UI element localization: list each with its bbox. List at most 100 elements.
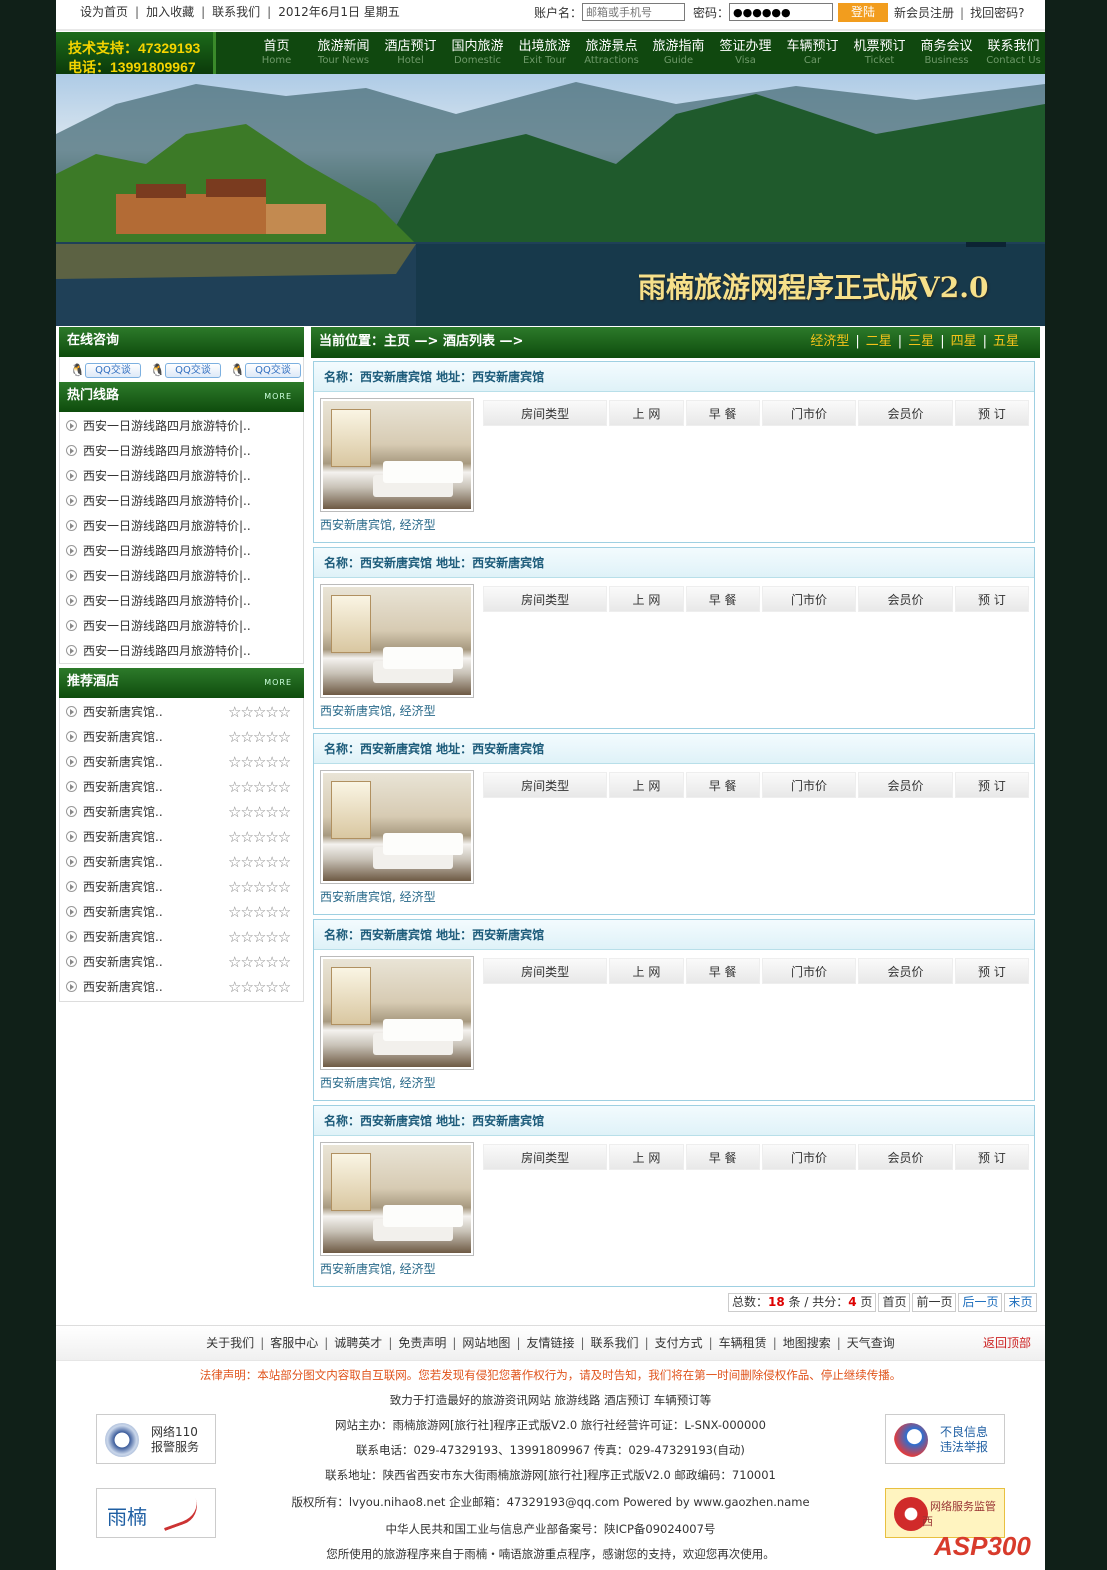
route-list-item[interactable]: 西安一日游线路四月旅游特价|.. <box>66 539 296 564</box>
hotel-card-title[interactable]: 名称：西安新唐宾馆 地址：西安新唐宾馆 <box>314 548 1034 578</box>
hotel-card-title[interactable]: 名称：西安新唐宾馆 地址：西安新唐宾馆 <box>314 734 1034 764</box>
hotel-room-photo[interactable] <box>320 956 474 1070</box>
hotel-card-title[interactable]: 名称：西安新唐宾馆 地址：西安新唐宾馆 <box>314 1106 1034 1136</box>
hotel-card-caption[interactable]: 西安新唐宾馆, 经济型 <box>320 702 436 719</box>
hotel-card-caption[interactable]: 西安新唐宾馆, 经济型 <box>320 1260 436 1277</box>
footer-link[interactable]: 客服中心 <box>270 1336 318 1350</box>
nav-item[interactable]: 商务会议 Business <box>913 32 980 74</box>
nav-item[interactable]: 旅游新闻 Tour News <box>310 32 377 74</box>
hotel-list-item[interactable]: 西安新唐宾馆.. ☆☆☆☆☆ <box>66 925 296 950</box>
account-input[interactable] <box>582 3 686 21</box>
route-list-item[interactable]: 西安一日游线路四月旅游特价|.. <box>66 439 296 464</box>
star-filter-link[interactable]: 四星 <box>951 334 977 349</box>
hotel-room-photo[interactable] <box>320 770 474 884</box>
route-list-item[interactable]: 西安一日游线路四月旅游特价|.. <box>66 414 296 439</box>
nav-item[interactable]: 国内旅游 Domestic <box>444 32 511 74</box>
hotel-card-caption[interactable]: 西安新唐宾馆, 经济型 <box>320 888 436 905</box>
footer-link[interactable]: 网站地图 <box>462 1336 510 1350</box>
nav-item[interactable]: 出境旅游 Exit Tour <box>511 32 578 74</box>
footer-link[interactable]: 地图搜索 <box>783 1336 831 1350</box>
nav-item-sublabel: Home <box>261 55 292 66</box>
pagination-summary: 总数：18 条 / 共分：4 页 <box>728 1293 877 1312</box>
last-page-button[interactable]: 末页 <box>1004 1293 1037 1312</box>
hotel-list-item[interactable]: 西安新唐宾馆.. ☆☆☆☆☆ <box>66 700 296 725</box>
nav-item[interactable]: 联系我们 Contact Us <box>980 32 1045 74</box>
nav-item[interactable]: 旅游景点 Attractions <box>578 32 645 74</box>
separator: | <box>580 1336 585 1350</box>
star-filter-link[interactable]: 经济型 <box>810 334 849 349</box>
star-rating-icon: ☆☆☆☆☆ <box>228 778 291 796</box>
login-button[interactable]: 登陆 <box>838 3 889 22</box>
qq-chat-button[interactable]: 🐧 QQ交谈 <box>70 359 141 381</box>
qq-chat-button[interactable]: 🐧 QQ交谈 <box>150 359 221 381</box>
hotel-list-item[interactable]: 西安新唐宾馆.. ☆☆☆☆☆ <box>66 750 296 775</box>
yunan-logo-badge[interactable]: 雨楠 <box>96 1488 216 1538</box>
hotel-room-photo[interactable] <box>320 584 474 698</box>
password-input[interactable] <box>729 3 834 21</box>
contact-link[interactable]: 联系我们 <box>212 5 260 19</box>
hotel-list-item[interactable]: 西安新唐宾馆.. ☆☆☆☆☆ <box>66 725 296 750</box>
footer-link[interactable]: 诚聘英才 <box>334 1336 382 1350</box>
police-shield-icon <box>105 1423 139 1457</box>
register-link[interactable]: 新会员注册 <box>894 6 954 20</box>
back-to-top-link[interactable]: 返回顶部 <box>983 1326 1031 1360</box>
first-page-button[interactable]: 首页 <box>878 1293 911 1312</box>
hotel-list-item[interactable]: 西安新唐宾馆.. ☆☆☆☆☆ <box>66 800 296 825</box>
route-list-item[interactable]: 西安一日游线路四月旅游特价|.. <box>66 464 296 489</box>
hotels-more-link[interactable]: MORE <box>264 669 292 697</box>
routes-more-link[interactable]: MORE <box>264 383 292 411</box>
prev-page-button[interactable]: 前一页 <box>912 1293 957 1312</box>
hotel-card-title[interactable]: 名称：西安新唐宾馆 地址：西安新唐宾馆 <box>314 920 1034 950</box>
footer-link[interactable]: 关于我们 <box>206 1336 254 1350</box>
separator: | <box>267 5 272 19</box>
hotel-list-item[interactable]: 西安新唐宾馆.. ☆☆☆☆☆ <box>66 900 296 925</box>
route-list-item[interactable]: 西安一日游线路四月旅游特价|.. <box>66 514 296 539</box>
qq-chat-button[interactable]: 🐧 QQ交谈 <box>230 359 301 381</box>
badge-text: 西 <box>922 1515 933 1528</box>
forgot-password-link[interactable]: 找回密码? <box>970 6 1024 20</box>
nav-item[interactable]: 首页 Home <box>243 32 310 74</box>
route-list-item[interactable]: 西安一日游线路四月旅游特价|.. <box>66 639 296 664</box>
room-table-header: 预 订 <box>954 772 1029 798</box>
footer-link[interactable]: 友情链接 <box>526 1336 574 1350</box>
star-filter-link[interactable]: 三星 <box>908 334 934 349</box>
next-page-button[interactable]: 后一页 <box>958 1293 1003 1312</box>
star-filter-link[interactable]: 五星 <box>993 334 1019 349</box>
hotel-list-item[interactable]: 西安新唐宾馆.. ☆☆☆☆☆ <box>66 875 296 900</box>
hotel-list-item[interactable]: 西安新唐宾馆.. ☆☆☆☆☆ <box>66 825 296 850</box>
nav-item[interactable]: 签证办理 Visa <box>712 32 779 74</box>
route-list-item[interactable]: 西安一日游线路四月旅游特价|.. <box>66 564 296 589</box>
route-list-item[interactable]: 西安一日游线路四月旅游特价|.. <box>66 589 296 614</box>
footer-link[interactable]: 支付方式 <box>655 1336 703 1350</box>
report-badge[interactable]: 不良信息 违法举报 <box>885 1414 1005 1464</box>
nav-item[interactable]: 机票预订 Ticket <box>846 32 913 74</box>
route-list-item[interactable]: 西安一日游线路四月旅游特价|.. <box>66 489 296 514</box>
room-table-header: 门市价 <box>761 586 857 612</box>
total-label: 总数： <box>732 1295 769 1309</box>
nav-item[interactable]: 车辆预订 Car <box>779 32 846 74</box>
hotel-room-photo[interactable] <box>320 398 474 512</box>
hotel-room-photo[interactable] <box>320 1142 474 1256</box>
banner-title: 雨楠旅游网程序正式版V2.0 <box>638 271 989 304</box>
footer-link[interactable]: 车辆租赁 <box>719 1336 767 1350</box>
hotel-list-item[interactable]: 西安新唐宾馆.. ☆☆☆☆☆ <box>66 775 296 800</box>
hotel-list-item[interactable]: 西安新唐宾馆.. ☆☆☆☆☆ <box>66 950 296 975</box>
add-favorite-link[interactable]: 加入收藏 <box>146 5 194 19</box>
hotel-card-caption[interactable]: 西安新唐宾馆, 经济型 <box>320 1074 436 1091</box>
nav-item[interactable]: 酒店预订 Hotel <box>377 32 444 74</box>
hotel-list-item[interactable]: 西安新唐宾馆.. ☆☆☆☆☆ <box>66 975 296 1000</box>
footer-link[interactable]: 天气查询 <box>847 1336 895 1350</box>
nav-item[interactable]: 旅游指南 Guide <box>645 32 712 74</box>
qq-penguin-icon: 🐧 <box>230 363 245 377</box>
star-rating-icon: ☆☆☆☆☆ <box>228 953 291 971</box>
star-filter-link[interactable]: 二星 <box>866 334 892 349</box>
room-image <box>323 773 471 881</box>
footer-link[interactable]: 联系我们 <box>591 1336 639 1350</box>
hotel-card-title[interactable]: 名称：西安新唐宾馆 地址：西安新唐宾馆 <box>314 362 1034 392</box>
set-homepage-link[interactable]: 设为首页 <box>80 5 128 19</box>
hotel-list-item[interactable]: 西安新唐宾馆.. ☆☆☆☆☆ <box>66 850 296 875</box>
hotel-card-caption[interactable]: 西安新唐宾馆, 经济型 <box>320 516 436 533</box>
footer-link[interactable]: 免责声明 <box>398 1336 446 1350</box>
route-list-item[interactable]: 西安一日游线路四月旅游特价|.. <box>66 614 296 639</box>
police-110-badge[interactable]: 网络110 报警服务 <box>96 1414 216 1464</box>
